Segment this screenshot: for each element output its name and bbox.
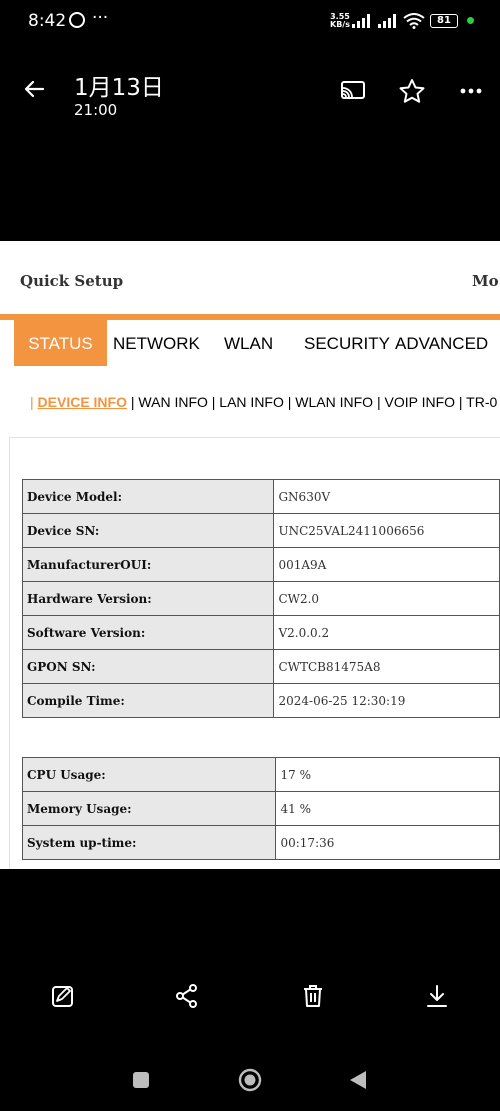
- row-label: Device SN:: [21, 513, 275, 548]
- back-icon[interactable]: [348, 1070, 368, 1090]
- sub-nav-device-info[interactable]: DEVICE INFO: [38, 394, 127, 410]
- sub-nav: | DEVICE INFO | WAN INFO | LAN INFO | WL…: [30, 394, 497, 410]
- table-row: Device SN: UNC25VAL2411006656: [21, 513, 500, 548]
- sub-nav-separator: |: [30, 394, 38, 410]
- signal-icon-2: [378, 14, 396, 28]
- clock: 8:42: [28, 11, 67, 31]
- sub-nav-other-links[interactable]: | WAN INFO | LAN INFO | WLAN INFO | VOIP…: [127, 394, 497, 410]
- device-info-table: Device Model: GN630V Device SN: UNC25VAL24…: [21, 479, 500, 718]
- whatsapp-icon: [69, 12, 85, 28]
- table-row: System up-time: 00:17:36: [21, 825, 500, 860]
- table-row: Device Model: GN630V: [21, 479, 500, 514]
- tab-advanced[interactable]: ADVANCED: [395, 320, 488, 366]
- photo-date: 1月13日: [74, 75, 164, 101]
- status-bar: 8:42 ··· 3.55 KB/s 81: [0, 0, 500, 44]
- row-label: ManufacturerOUI:: [21, 547, 275, 582]
- row-value: CWTCB81475A8: [273, 649, 500, 684]
- row-value: 00:17:36: [275, 825, 500, 860]
- tab-status[interactable]: STATUS: [14, 320, 107, 366]
- wifi-icon: [403, 13, 425, 29]
- edit-icon[interactable]: [50, 983, 76, 1009]
- tab-wlan[interactable]: WLAN: [224, 320, 273, 366]
- table-row: Compile Time: 2024-06-25 12:30:19: [21, 683, 500, 718]
- router-status-page: Quick Setup Mo STATUS NETWORK WLAN SECUR…: [0, 241, 500, 869]
- speed-unit: KB/s: [330, 20, 350, 29]
- row-label: CPU Usage:: [21, 757, 277, 792]
- network-speed: 3.55 KB/s: [330, 13, 350, 29]
- notification-dots: ···: [92, 8, 109, 28]
- row-value: GN630V: [273, 479, 500, 514]
- table-row: Memory Usage: 41 %: [21, 791, 500, 826]
- row-value: UNC25VAL2411006656: [273, 513, 500, 548]
- delete-icon[interactable]: [300, 983, 326, 1009]
- usage-table: CPU Usage: 17 % Memory Usage: 41 % System …: [21, 757, 500, 860]
- row-value: 17 %: [275, 757, 500, 792]
- tab-security[interactable]: SECURITY: [304, 320, 390, 366]
- status-dot: [467, 17, 474, 24]
- row-label: Software Version:: [21, 615, 275, 650]
- home-icon[interactable]: [238, 1068, 262, 1092]
- battery-icon: 81: [430, 14, 458, 28]
- table-row: Hardware Version: CW2.0: [21, 581, 500, 616]
- row-label: Memory Usage:: [21, 791, 277, 826]
- row-value: V2.0.0.2: [273, 615, 500, 650]
- tab-network[interactable]: NETWORK: [113, 320, 200, 366]
- system-nav-bar: [0, 1060, 500, 1100]
- row-label: System up-time:: [21, 825, 277, 860]
- row-label: Compile Time:: [21, 683, 275, 718]
- cast-icon[interactable]: [340, 78, 366, 102]
- table-row: CPU Usage: 17 %: [21, 757, 500, 792]
- signal-icon: [352, 14, 370, 28]
- share-icon[interactable]: [174, 983, 200, 1009]
- table-row: ManufacturerOUI: 001A9A: [21, 547, 500, 582]
- row-label: Device Model:: [21, 479, 275, 514]
- row-value: 2024-06-25 12:30:19: [273, 683, 500, 718]
- download-icon[interactable]: [424, 983, 450, 1009]
- quick-setup-link[interactable]: Quick Setup: [20, 272, 123, 290]
- star-icon[interactable]: [398, 78, 426, 104]
- recents-icon[interactable]: [132, 1071, 150, 1089]
- photo-time: 21:00: [74, 101, 118, 119]
- viewer-top-bar: 1月13日 21:00: [0, 60, 500, 130]
- bottom-action-bar: [0, 975, 500, 1019]
- more-icon[interactable]: [460, 88, 482, 94]
- row-label: GPON SN:: [21, 649, 275, 684]
- row-label: Hardware Version:: [21, 581, 275, 616]
- mode-link[interactable]: Mo: [472, 272, 499, 290]
- back-arrow-icon[interactable]: [22, 77, 46, 101]
- row-value: 41 %: [275, 791, 500, 826]
- table-row: Software Version: V2.0.0.2: [21, 615, 500, 650]
- row-value: CW2.0: [273, 581, 500, 616]
- table-row: GPON SN: CWTCB81475A8: [21, 649, 500, 684]
- row-value: 001A9A: [273, 547, 500, 582]
